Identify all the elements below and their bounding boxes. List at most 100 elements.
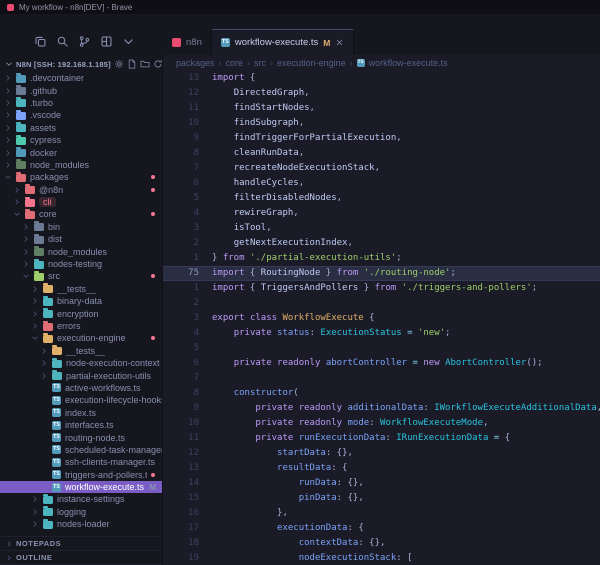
code-line[interactable]: 12 startData: {}, bbox=[163, 446, 600, 461]
tree-item-workflow-execute.ts[interactable]: TSworkflow-execute.tsM bbox=[0, 481, 162, 493]
new-folder-icon[interactable] bbox=[140, 59, 150, 69]
code-line[interactable]: 2 bbox=[163, 296, 600, 311]
code-line[interactable]: 16 }, bbox=[163, 506, 600, 521]
tree-item-active-workflows.ts[interactable]: TSactive-workflows.ts bbox=[0, 382, 162, 394]
tree-item-scheduled-task-manager.ts[interactable]: TSscheduled-task-manager.ts bbox=[0, 444, 162, 456]
tree-item-.github[interactable]: .github bbox=[0, 84, 162, 96]
breadcrumb-item-core[interactable]: core bbox=[226, 58, 244, 68]
tree-item-cli[interactable]: cli bbox=[0, 196, 162, 208]
code-line[interactable]: 1import { TriggersAndPollers } from './t… bbox=[163, 281, 600, 296]
ts-file-icon: TS bbox=[52, 470, 61, 479]
search-icon[interactable] bbox=[56, 35, 69, 48]
layout-grid-icon[interactable] bbox=[100, 35, 113, 48]
tree-item-__tests__[interactable]: __tests__ bbox=[0, 345, 162, 357]
code-line[interactable]: 13 resultData: { bbox=[163, 461, 600, 476]
code-line[interactable]: 7 bbox=[163, 371, 600, 386]
tree-item-__tests__[interactable]: __tests__ bbox=[0, 283, 162, 295]
code-line[interactable]: 2 getNextExecutionIndex, bbox=[163, 236, 600, 251]
tree-item-cypress[interactable]: cypress bbox=[0, 134, 162, 146]
tree-item-execution-engine[interactable]: execution-engine bbox=[0, 332, 162, 344]
code-line[interactable]: 4 private status: ExecutionStatus = 'new… bbox=[163, 326, 600, 341]
code-line[interactable]: 6 handleCycles, bbox=[163, 176, 600, 191]
tree-item-node-execution-context[interactable]: node-execution-context bbox=[0, 357, 162, 369]
source-control-icon[interactable] bbox=[78, 35, 91, 48]
code-text: cleanRunData, bbox=[212, 146, 600, 161]
code-line[interactable]: 11 private runExecutionData: IRunExecuti… bbox=[163, 431, 600, 446]
code-line[interactable]: 14 runData: {}, bbox=[163, 476, 600, 491]
tree-item-nodes-loader[interactable]: nodes-loader bbox=[0, 518, 162, 530]
code-line[interactable]: 10 findSubgraph, bbox=[163, 116, 600, 131]
tree-item-triggers-and-pollers.ts[interactable]: TStriggers-and-pollers.ts bbox=[0, 469, 162, 481]
chevron-right-icon bbox=[31, 322, 39, 330]
code-line[interactable]: 15 pinData: {}, bbox=[163, 491, 600, 506]
copy-icon[interactable] bbox=[34, 35, 47, 48]
code-line[interactable]: 17 executionData: { bbox=[163, 521, 600, 536]
section-outline[interactable]: OUTLINE bbox=[0, 551, 162, 565]
code-line[interactable]: 12 DirectedGraph, bbox=[163, 86, 600, 101]
tree-item-ssh-clients-manager.ts[interactable]: TSssh-clients-manager.ts bbox=[0, 456, 162, 468]
tree-item-node_modules[interactable]: node_modules bbox=[0, 245, 162, 257]
explorer-actions bbox=[114, 59, 162, 69]
chevron-down-icon[interactable] bbox=[122, 35, 135, 48]
line-number: 8 bbox=[163, 146, 212, 161]
tree-item-@n8n[interactable]: @n8n bbox=[0, 184, 162, 196]
tree-item-nodes-testing[interactable]: nodes-testing bbox=[0, 258, 162, 270]
tree-item-errors[interactable]: errors bbox=[0, 320, 162, 332]
tree-item-execution-lifecycle-hooks.ts[interactable]: TSexecution-lifecycle-hooks.ts bbox=[0, 394, 162, 406]
code-line[interactable]: 6 private readonly abortController = new… bbox=[163, 356, 600, 371]
tree-item-docker[interactable]: docker bbox=[0, 146, 162, 158]
tree-item-encryption[interactable]: encryption bbox=[0, 307, 162, 319]
tree-item-logging[interactable]: logging bbox=[0, 506, 162, 518]
tree-item-routing-node.ts[interactable]: TSrouting-node.ts bbox=[0, 431, 162, 443]
code-line[interactable]: 19 nodeExecutionStack: [ bbox=[163, 551, 600, 565]
tree-item-interfaces.ts[interactable]: TSinterfaces.ts bbox=[0, 419, 162, 431]
chevron-right-icon bbox=[31, 495, 39, 503]
tree-item-packages[interactable]: packages bbox=[0, 171, 162, 183]
code-line[interactable]: 5 filterDisabledNodes, bbox=[163, 191, 600, 206]
close-icon[interactable] bbox=[335, 38, 344, 47]
gear-icon[interactable] bbox=[114, 59, 124, 69]
line-number: 1 bbox=[163, 281, 212, 296]
new-file-icon[interactable] bbox=[127, 59, 137, 69]
code-line[interactable]: 1} from './partial-execution-utils'; bbox=[163, 251, 600, 266]
explorer-header[interactable]: N8N [SSH: 192.168.1.185] bbox=[0, 55, 162, 72]
breadcrumb-item-packages[interactable]: packages bbox=[176, 58, 215, 68]
code-line[interactable]: 13import { bbox=[163, 71, 600, 86]
breadcrumb-item-workflow-execute.ts[interactable]: workflow-execute.ts bbox=[369, 58, 448, 68]
tree-item-instance-settings[interactable]: instance-settings bbox=[0, 493, 162, 505]
tree-item-.turbo[interactable]: .turbo bbox=[0, 97, 162, 109]
ts-file-icon: TS bbox=[52, 445, 61, 454]
tree-item-label: nodes-loader bbox=[57, 519, 110, 529]
code-line[interactable]: 18 contextData: {}, bbox=[163, 536, 600, 551]
breadcrumb-item-src[interactable]: src bbox=[254, 58, 266, 68]
code-line[interactable]: 5 bbox=[163, 341, 600, 356]
code-line[interactable]: 9 findTriggerForPartialExecution, bbox=[163, 131, 600, 146]
code-line[interactable]: 3export class WorkflowExecute { bbox=[163, 311, 600, 326]
tree-item-binary-data[interactable]: binary-data bbox=[0, 295, 162, 307]
tree-item-.vscode[interactable]: .vscode bbox=[0, 109, 162, 121]
code-line[interactable]: 75import { RoutingNode } from './routing… bbox=[163, 266, 600, 281]
tree-item-.devcontainer[interactable]: .devcontainer bbox=[0, 72, 162, 84]
tree-item-src[interactable]: src bbox=[0, 270, 162, 282]
section-notepads[interactable]: NOTEPADS bbox=[0, 537, 162, 551]
code-line[interactable]: 7 recreateNodeExecutionStack, bbox=[163, 161, 600, 176]
tree-item-node_modules[interactable]: node_modules bbox=[0, 159, 162, 171]
breadcrumb-item-execution-engine[interactable]: execution-engine bbox=[277, 58, 346, 68]
tree-item-bin[interactable]: bin bbox=[0, 221, 162, 233]
code-line[interactable]: 8 cleanRunData, bbox=[163, 146, 600, 161]
line-number: 13 bbox=[163, 461, 212, 476]
code-line[interactable]: 9 private readonly additionalData: IWork… bbox=[163, 401, 600, 416]
tree-item-core[interactable]: core bbox=[0, 208, 162, 220]
tree-item-dist[interactable]: dist bbox=[0, 233, 162, 245]
tab-n8n[interactable]: n8n bbox=[163, 29, 212, 55]
code-line[interactable]: 3 isTool, bbox=[163, 221, 600, 236]
tab-workflow-execute.ts[interactable]: TSworkflow-execute.tsM bbox=[212, 29, 355, 55]
code-line[interactable]: 11 findStartNodes, bbox=[163, 101, 600, 116]
refresh-icon[interactable] bbox=[153, 59, 162, 69]
tree-item-index.ts[interactable]: TSindex.ts bbox=[0, 407, 162, 419]
code-line[interactable]: 10 private readonly mode: WorkflowExecut… bbox=[163, 416, 600, 431]
tree-item-partial-execution-utils[interactable]: partial-execution-utils bbox=[0, 369, 162, 381]
tree-item-assets[interactable]: assets bbox=[0, 122, 162, 134]
code-line[interactable]: 4 rewireGraph, bbox=[163, 206, 600, 221]
code-line[interactable]: 8 constructor( bbox=[163, 386, 600, 401]
